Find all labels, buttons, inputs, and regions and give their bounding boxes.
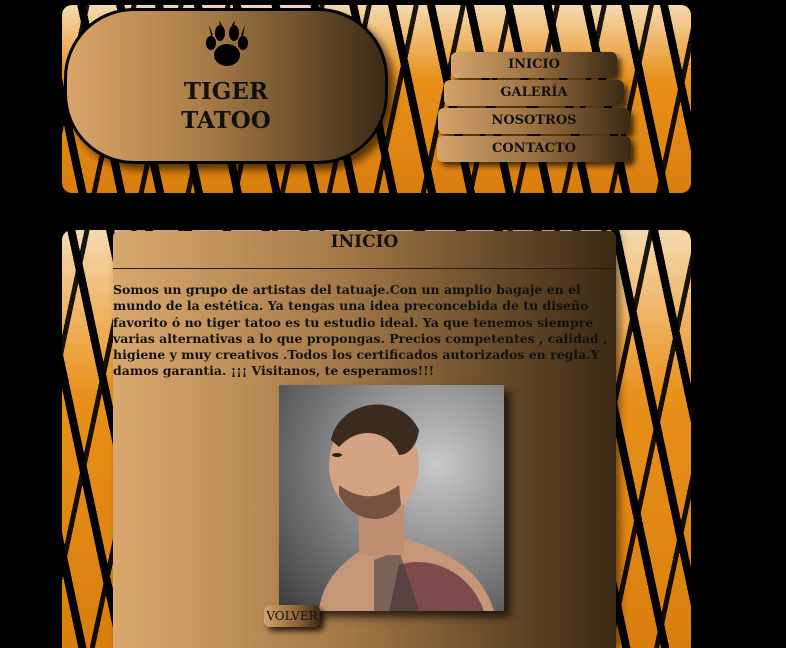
page-title: INICIO [330, 232, 399, 252]
nav-galeria[interactable]: GALERÍA [444, 80, 624, 106]
intro-paragraph: Somos un grupo de artistas del tatuaje.C… [113, 282, 608, 379]
logo-line-1: TIGER [183, 78, 269, 105]
logo[interactable]: TIGER TATOO [64, 8, 388, 164]
header-banner: TIGER TATOO INICIO GALERÍA NOSOTROS CONT… [62, 5, 691, 193]
logo-line-2: TATOO [181, 107, 271, 134]
title-divider [113, 268, 616, 269]
nav-inicio[interactable]: INICIO [451, 52, 617, 78]
paw-print-icon [206, 21, 248, 66]
artist-portrait-image [319, 404, 494, 611]
main-panel: INICIO Somos un grupo de artistas del ta… [113, 231, 616, 648]
artist-photo [279, 385, 504, 611]
logo-text: TIGER TATOO [67, 77, 385, 135]
nav-contacto[interactable]: CONTACTO [437, 136, 631, 162]
back-button[interactable]: VOLVER [264, 605, 320, 627]
nav-nosotros[interactable]: NOSOTROS [438, 108, 630, 134]
